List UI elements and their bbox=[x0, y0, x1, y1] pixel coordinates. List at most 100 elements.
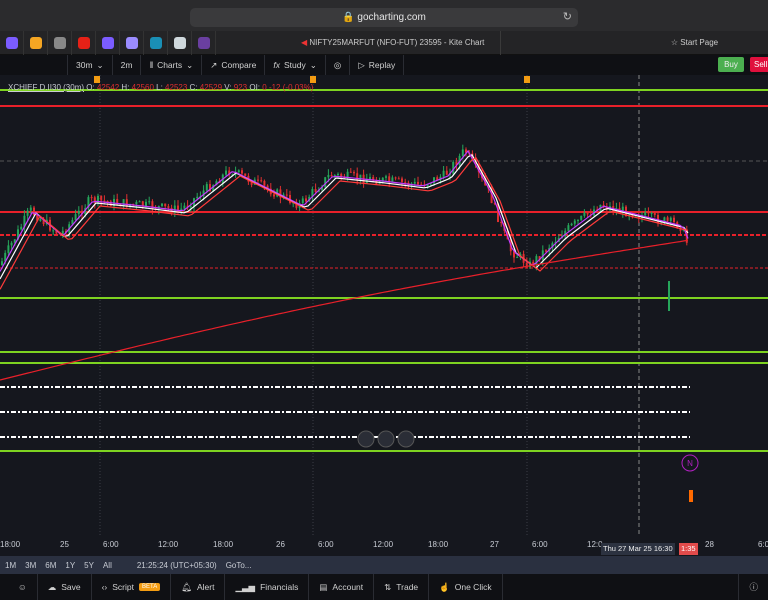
range-5y[interactable]: 5Y bbox=[84, 561, 94, 570]
save-label: Save bbox=[61, 582, 81, 592]
globe-icon[interactable] bbox=[0, 55, 68, 75]
candle-body bbox=[52, 230, 55, 232]
open-value: 42542 bbox=[96, 83, 120, 92]
range-1y[interactable]: 1Y bbox=[65, 561, 75, 570]
zoom-button-icon[interactable] bbox=[357, 430, 375, 448]
financials-button[interactable]: ▁▃▅ Financials bbox=[225, 574, 310, 600]
spacer bbox=[0, 257, 690, 259]
financials-label: Financials bbox=[260, 582, 299, 592]
candle-body bbox=[461, 149, 464, 156]
sell-button[interactable]: Sell bbox=[750, 57, 768, 72]
replay-button[interactable]: ▷ Replay bbox=[350, 55, 405, 75]
reload-icon[interactable]: ↻ bbox=[563, 8, 572, 27]
script-button[interactable]: ‹› Script BETA bbox=[92, 574, 172, 600]
candle-body bbox=[257, 179, 259, 181]
bookmark-favicon[interactable] bbox=[96, 30, 120, 55]
favicon-icon bbox=[149, 36, 162, 49]
compare-button[interactable]: ↗ Compare bbox=[202, 55, 266, 75]
bookmark-favicon[interactable] bbox=[48, 30, 72, 55]
candle-body bbox=[583, 212, 586, 216]
dividend-marker bbox=[94, 76, 100, 83]
candle-body bbox=[586, 212, 589, 215]
bar-chart-icon: ▁▃▅ bbox=[235, 581, 256, 592]
candle-body bbox=[650, 212, 653, 214]
candle-body bbox=[391, 177, 394, 182]
trade-button[interactable]: ⇅ Trade bbox=[374, 574, 430, 600]
indicator-name[interactable]: XCHIEF D.II30 (30m) bbox=[8, 83, 84, 92]
range-3m[interactable]: 3M bbox=[25, 561, 36, 570]
bookmark-favicon[interactable] bbox=[192, 30, 216, 55]
help-button[interactable]: ⓘ bbox=[738, 574, 768, 600]
range-6m[interactable]: 6M bbox=[45, 561, 56, 570]
star-icon: ☆ bbox=[670, 37, 679, 47]
price-chart[interactable]: N bbox=[0, 75, 768, 535]
range-all[interactable]: All bbox=[103, 561, 112, 570]
url-bar[interactable]: 🔒 gocharting.com ↻ bbox=[190, 8, 578, 27]
candle-body bbox=[148, 201, 151, 203]
charts-label: Charts bbox=[157, 60, 183, 70]
candle-body bbox=[196, 196, 199, 199]
candle-body bbox=[545, 250, 547, 252]
bookmark-favicon[interactable] bbox=[24, 30, 48, 55]
interval-2m-button[interactable]: 2m bbox=[113, 55, 142, 75]
clock-readout: 21:25:24 (UTC+05:30) bbox=[136, 560, 217, 570]
bookmark-favicon[interactable] bbox=[168, 30, 192, 55]
compare-label: Compare bbox=[221, 60, 257, 70]
c-label: C: bbox=[189, 83, 198, 92]
bottom-toolbar: ☺ ☁ Save ‹› Script BETA 🔔︎ Alert ▁▃▅ Financia… bbox=[0, 574, 768, 600]
bookmark-favicon[interactable] bbox=[0, 30, 24, 55]
favicon-icon bbox=[29, 36, 42, 49]
zoom-button-icon[interactable] bbox=[397, 430, 415, 448]
dividend-marker bbox=[310, 76, 316, 83]
theme-button[interactable]: ☺ bbox=[0, 574, 38, 600]
candle-body bbox=[33, 207, 35, 216]
tab-label: NIFTY25MARFUT (NFO-FUT) 23595 - Kite Cha… bbox=[309, 37, 485, 47]
range-1m[interactable]: 1M bbox=[5, 561, 16, 570]
study-dropdown[interactable]: fx Study ⌄ bbox=[265, 55, 326, 75]
crosshair-time-label: Thu 27 Mar 25 16:30 bbox=[601, 543, 675, 555]
ohlc-legend: XCHIEF D.II30 (30m) O: 42542 H: 42560 L:… bbox=[8, 83, 313, 92]
account-label: Account bbox=[332, 582, 364, 592]
alert-button[interactable]: 🔔︎ Alert bbox=[171, 574, 226, 600]
goto-button[interactable]: GoTo... bbox=[226, 561, 252, 570]
candle-body bbox=[573, 220, 576, 224]
one-click-button[interactable]: ☝ One Click bbox=[429, 574, 503, 600]
candle-body bbox=[10, 242, 13, 246]
clipboard-icon: ▤ bbox=[319, 581, 328, 592]
candle-body bbox=[20, 226, 23, 230]
interval-dropdown[interactable]: 30m ⌄ bbox=[68, 55, 113, 75]
candle-body bbox=[349, 171, 352, 173]
candle-body bbox=[324, 177, 327, 187]
candle-body bbox=[305, 198, 307, 202]
candle-body bbox=[404, 181, 407, 183]
bookmark-favicon[interactable] bbox=[72, 30, 96, 55]
interval-label: 30m bbox=[76, 60, 93, 70]
buy-button[interactable]: Buy bbox=[718, 57, 744, 72]
l-label: L: bbox=[156, 83, 163, 92]
chart-toolbar: 30m ⌄ 2m ⫴ Charts ⌄ ↗ Compare fx Study ⌄ ◎ … bbox=[0, 55, 768, 75]
account-button[interactable]: ▤ Account bbox=[309, 574, 375, 600]
tab-active[interactable]: ◀ NIFTY25MARFUT (NFO-FUT) 23595 - Kite C… bbox=[216, 30, 501, 55]
candle-body bbox=[567, 225, 570, 231]
candle-body bbox=[7, 245, 10, 253]
candle-body bbox=[273, 194, 275, 197]
candle-body bbox=[103, 200, 106, 202]
tab-start-page[interactable]: ☆ Start Page bbox=[501, 31, 768, 55]
save-button[interactable]: ☁ Save bbox=[38, 574, 92, 600]
favicon-icon bbox=[125, 36, 138, 49]
zoom-button-icon[interactable] bbox=[377, 430, 395, 448]
instagram-button[interactable]: ◎ bbox=[326, 55, 351, 75]
fx-icon: fx bbox=[273, 60, 280, 70]
candle-body bbox=[1, 261, 3, 265]
bookmark-favicon[interactable] bbox=[120, 30, 144, 55]
time-tick: 26 bbox=[276, 540, 285, 549]
candle-body bbox=[225, 170, 227, 175]
time-tick: 6:0 bbox=[758, 540, 768, 549]
candle-body bbox=[570, 223, 573, 226]
time-tick: 25 bbox=[60, 540, 69, 549]
charts-dropdown[interactable]: ⫴ Charts ⌄ bbox=[141, 55, 203, 75]
bookmark-favicon[interactable] bbox=[144, 30, 168, 55]
candle-body bbox=[385, 176, 387, 178]
candle-body bbox=[644, 212, 647, 216]
candle-body bbox=[135, 201, 138, 205]
